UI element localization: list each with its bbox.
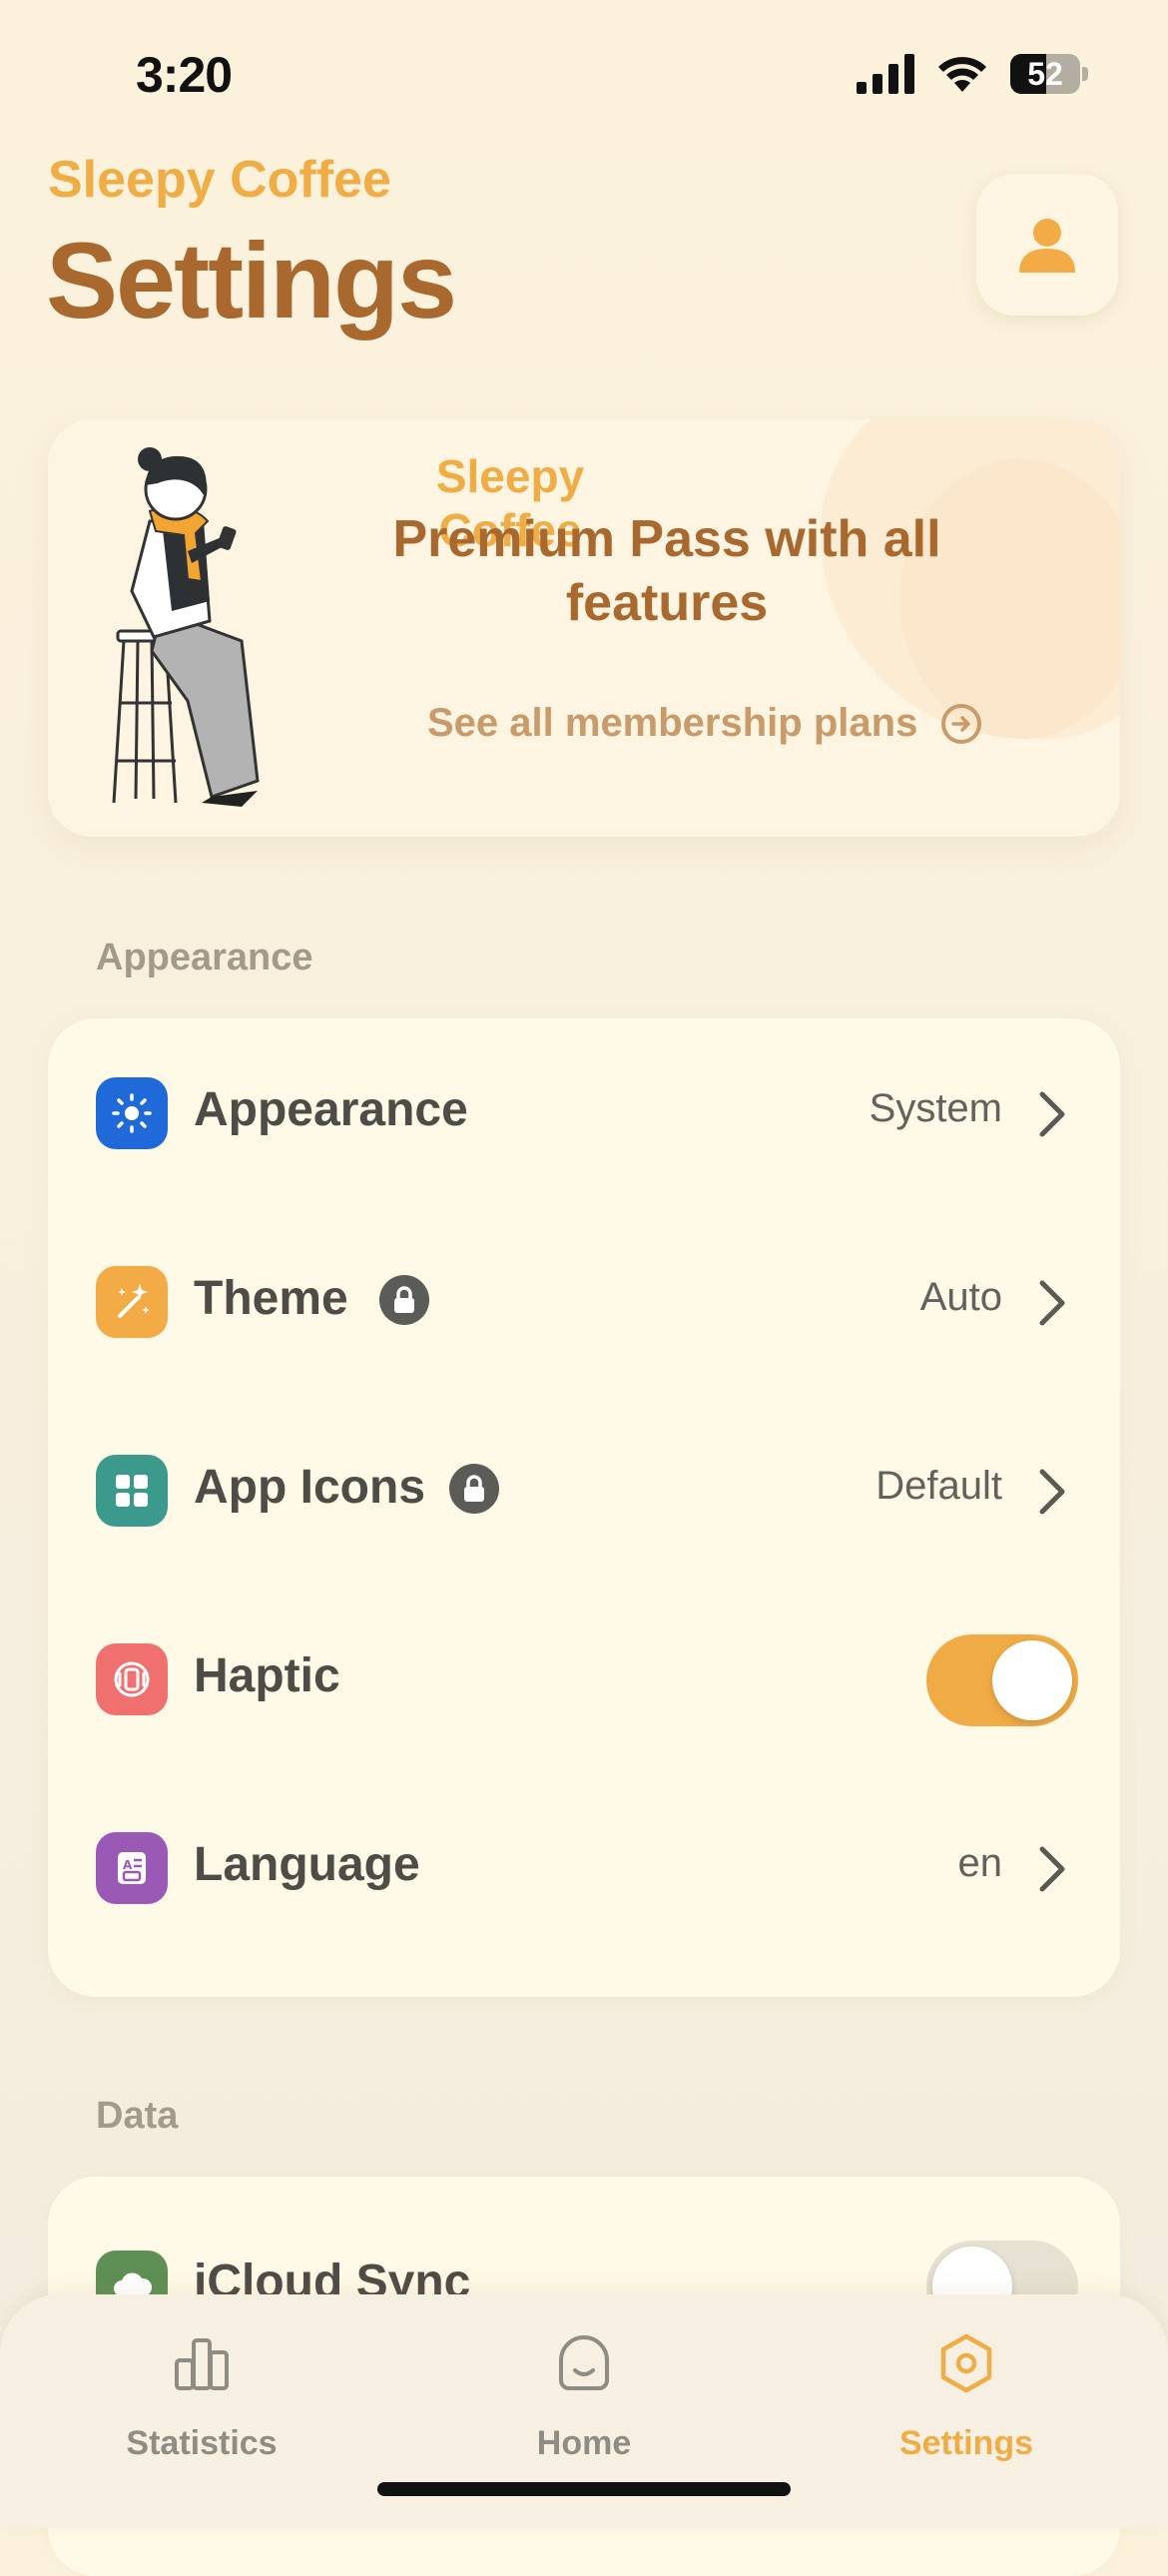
section-header-appearance: Appearance [96,937,313,978]
premium-promo-card[interactable]: Sleepy Coffee Premium Pass with all feat… [48,419,1120,837]
settings-row-label: App Icons [194,1461,426,1514]
promo-headline: Premium Pass with all features [392,510,941,632]
signal-icon [857,54,914,94]
membership-plans-label: See all membership plans [427,701,918,745]
home-face-icon [559,2335,609,2390]
toggle-knob [992,1640,1072,1720]
appearance-settings-card: Appearance System Theme Auto App Icons D… [48,1018,1120,1997]
settings-row-language[interactable]: A Language en [48,1773,1120,1962]
arrow-right-circle-icon [941,703,982,744]
hexagon-settings-icon [940,2333,992,2393]
settings-row-value: Auto [919,1275,1002,1319]
home-indicator [377,2482,791,2496]
status-time: 3:20 [136,47,233,103]
tab-label: Home [536,2424,632,2462]
translate-icon: A [96,1832,168,1904]
person-icon [1019,219,1075,273]
tab-label: Settings [898,2424,1034,2462]
profile-button[interactable] [976,174,1118,316]
status-bar: 3:20 52 [0,0,1168,150]
lock-icon [379,1275,429,1325]
vibration-icon [96,1643,168,1715]
chevron-right-icon [1039,1846,1065,1892]
bar-chart-icon [175,2338,229,2390]
girl-on-stool-illustration [112,447,260,807]
settings-row-label: Appearance [194,1083,468,1136]
chevron-right-icon [1039,1091,1065,1137]
membership-plans-link[interactable]: See all membership plans [427,701,982,746]
lock-icon [449,1464,499,1514]
page-title: Settings [46,220,457,340]
wifi-icon [938,57,986,92]
chevron-right-icon [1039,1469,1065,1515]
settings-row-theme[interactable]: Theme Auto [48,1207,1120,1396]
settings-row-label: Language [194,1838,420,1891]
settings-row-value: Default [876,1464,1002,1508]
sparkle-wand-icon [96,1266,168,1338]
tab-home[interactable]: Home [434,2332,734,2482]
haptic-toggle[interactable] [926,1634,1078,1726]
battery-level: 52 [1027,56,1063,92]
settings-row-value: System [869,1086,1002,1130]
settings-row-value: en [957,1841,1003,1885]
battery-indicator: 52 [1010,54,1088,94]
settings-row-appearance[interactable]: Appearance System [48,1018,1120,1207]
app-name: Sleepy Coffee [48,151,391,209]
section-header-data: Data [96,2095,179,2137]
grid-icon [96,1455,168,1527]
sun-icon [96,1077,168,1149]
tab-label: Statistics [126,2424,278,2462]
settings-row-label: Theme [194,1272,348,1325]
settings-row-app-icons[interactable]: App Icons Default [48,1396,1120,1585]
settings-row-label: Haptic [194,1649,340,1702]
settings-row-haptic: Haptic [48,1585,1120,1773]
tab-statistics[interactable]: Statistics [52,2332,351,2482]
status-icons: 52 [857,54,1088,94]
chevron-right-icon [1039,1280,1065,1326]
svg-text:A: A [123,1858,133,1872]
tab-settings[interactable]: Settings [817,2332,1116,2482]
